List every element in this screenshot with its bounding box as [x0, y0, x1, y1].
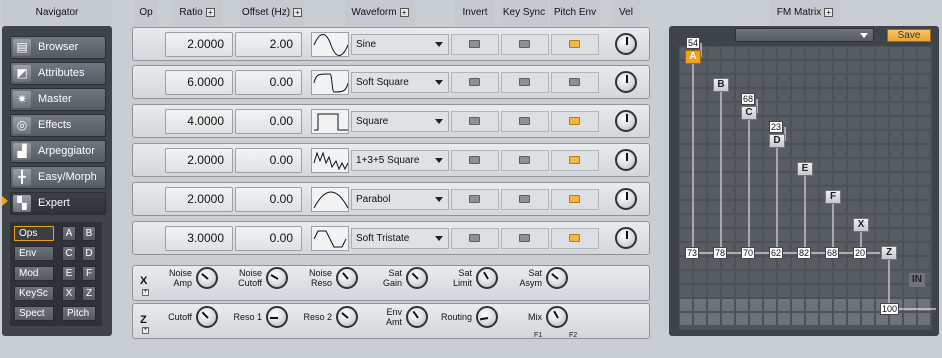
fm-output-amount-4[interactable]: 62	[769, 247, 784, 259]
fm-output-amount-2[interactable]: 78	[713, 247, 728, 259]
fm-op-d[interactable]: D	[769, 134, 785, 148]
fm-output-amount-1[interactable]: 73	[685, 247, 700, 259]
fm-feedback-c[interactable]: 68	[741, 93, 756, 105]
fm-op-b[interactable]: B	[713, 78, 729, 92]
fm-output-amount-3[interactable]: 70	[741, 247, 756, 259]
fm-routing-lines	[685, 43, 936, 310]
fm-feedback-d[interactable]: 23	[769, 121, 784, 133]
fm-output-amount-5[interactable]: 82	[797, 247, 812, 259]
fm-op-x[interactable]: X	[853, 218, 869, 232]
fm-op-e[interactable]: E	[797, 162, 813, 176]
fm-op-f[interactable]: F	[825, 190, 841, 204]
fm-op-a[interactable]: A	[685, 50, 701, 64]
fm-master-amount[interactable]: 100	[880, 303, 900, 315]
fm-output-amount-6[interactable]: 68	[825, 247, 840, 259]
fm-in-label: IN	[909, 273, 925, 287]
fm-op-z[interactable]: Z	[881, 246, 897, 260]
fm-output-amount-7[interactable]: 20	[853, 247, 868, 259]
fm-op-c[interactable]: C	[741, 106, 757, 120]
fm-feedback-a[interactable]: 54	[686, 37, 701, 49]
